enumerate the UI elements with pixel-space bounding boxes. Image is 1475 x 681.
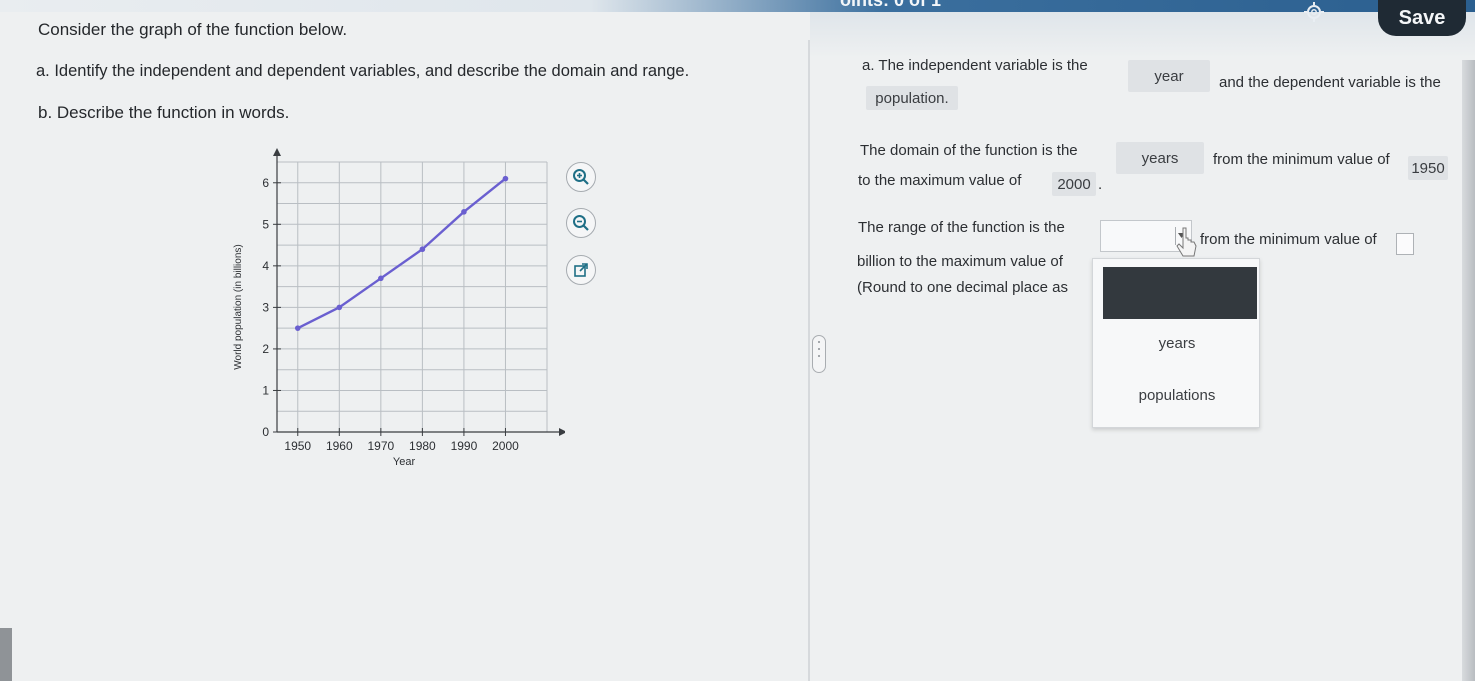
data-point — [294, 325, 301, 331]
x-axis-label: Year — [393, 456, 416, 468]
x-tick-label: 1980 — [409, 439, 436, 453]
data-point — [461, 209, 467, 215]
range-type-dropdown: years populations — [1092, 258, 1260, 428]
x-axis-arrow — [559, 428, 565, 436]
popout-button[interactable] — [566, 255, 596, 285]
range-min-input[interactable] — [1396, 233, 1414, 255]
mouse-pointer-icon — [1176, 226, 1198, 266]
dropdown-highlighted-option[interactable] — [1103, 267, 1257, 319]
dependent-variable-answer[interactable]: population. — [866, 86, 958, 110]
x-tick-label: 1960 — [326, 439, 353, 453]
zoom-in-icon — [573, 169, 589, 185]
y-axis-arrow — [273, 148, 281, 156]
y-tick-label: 2 — [262, 342, 269, 356]
x-tick-label: 1970 — [367, 439, 394, 453]
domain-end: . — [1098, 176, 1103, 193]
domain-type-answer[interactable]: years — [1116, 142, 1204, 174]
divider-drag-handle[interactable] — [812, 335, 826, 373]
answer-header-band — [810, 12, 1475, 58]
right-scrollbar[interactable] — [1462, 60, 1475, 681]
y-tick-label: 5 — [262, 217, 269, 231]
data-point — [336, 304, 343, 311]
x-tick-label: 2000 — [492, 439, 519, 453]
dropdown-option-years[interactable]: years — [1093, 335, 1261, 352]
question-part-b: b. Describe the function in words. — [38, 103, 290, 122]
external-link-icon — [574, 263, 588, 277]
x-tick-label: 1950 — [284, 439, 311, 453]
range-line2: billion to the maximum value of — [857, 253, 1063, 270]
question-part-a: a. Identify the independent and dependen… — [36, 62, 690, 80]
domain-line2: to the maximum value of — [858, 172, 1022, 189]
dropdown-option-populations[interactable]: populations — [1093, 387, 1261, 404]
data-point — [419, 246, 426, 253]
y-axis-label: World population (in billions) — [233, 244, 244, 369]
y-tick-label: 3 — [262, 300, 269, 314]
answer-line1-prefix: a. The independent variable is the — [862, 57, 1088, 74]
zoom-out-button[interactable] — [566, 208, 596, 238]
left-edge — [0, 628, 12, 681]
question-intro: Consider the graph of the function below… — [38, 20, 348, 39]
y-tick-label: 6 — [262, 176, 269, 190]
domain-min-answer[interactable]: 1950 — [1408, 156, 1448, 180]
question-panel: Consider the graph of the function below… — [0, 0, 808, 681]
gear-icon[interactable] — [1302, 1, 1326, 23]
population-line-chart: 0 1 2 3 4 5 6 1950 1960 1970 1980 1990 2000 Year World… — [233, 148, 565, 468]
y-tick-label: 0 — [262, 425, 269, 439]
zoom-in-button[interactable] — [566, 162, 596, 192]
data-point — [502, 175, 509, 182]
domain-mid: from the minimum value of — [1213, 151, 1390, 168]
y-tick-label: 4 — [262, 259, 269, 273]
save-button[interactable]: Save — [1378, 0, 1466, 36]
zoom-out-icon — [573, 215, 589, 231]
independent-variable-answer[interactable]: year — [1128, 60, 1210, 92]
data-series-line — [297, 177, 507, 330]
data-point — [378, 275, 384, 282]
range-mid: from the minimum value of — [1200, 231, 1377, 248]
domain-max-answer[interactable]: 2000 — [1052, 172, 1096, 196]
domain-prefix: The domain of the function is the — [860, 142, 1078, 159]
y-tick-label: 1 — [262, 383, 269, 397]
range-prefix: The range of the function is the — [858, 219, 1065, 236]
answer-line1-mid: and the dependent variable is the — [1219, 74, 1441, 91]
points-indicator: oints: 0 of 1 — [840, 0, 942, 10]
x-tick-label: 1990 — [451, 439, 478, 453]
panel-divider — [808, 40, 810, 681]
rounding-note: (Round to one decimal place as — [857, 279, 1068, 296]
